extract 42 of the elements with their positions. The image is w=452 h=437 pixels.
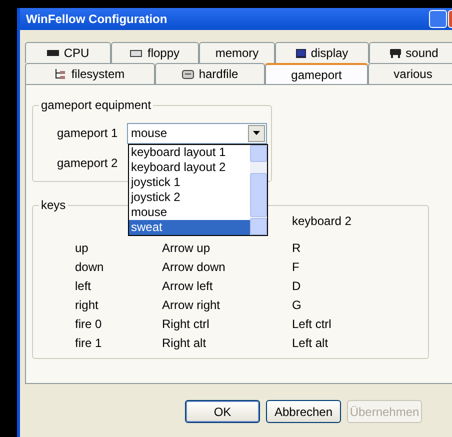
list-item[interactable]: keyboard layout 2: [129, 160, 250, 174]
table-cell-text: left: [75, 278, 92, 295]
list-item[interactable]: keyboard layout 1: [129, 144, 250, 160]
table-cell-text: Left ctrl: [292, 316, 332, 333]
tab[interactable]: filesystem: [25, 63, 155, 84]
table-cell-text: Arrow up: [162, 240, 212, 257]
tab[interactable]: various: [368, 63, 452, 84]
tab[interactable]: hardfile: [155, 63, 265, 84]
tab[interactable]: display: [275, 42, 369, 63]
table-cell-text: up: [75, 240, 90, 257]
list-item[interactable]: sweat: [129, 220, 250, 234]
tab[interactable]: memory: [199, 42, 275, 63]
table-cell-text: fire 1: [75, 335, 103, 352]
table-cell-text: D: [292, 278, 302, 295]
field-label: gameport 1: [57, 126, 119, 140]
dialog-button[interactable]: OK: [185, 400, 260, 423]
table-cell-text: F: [292, 259, 300, 276]
tab[interactable]: CPU: [25, 42, 111, 63]
window-title: WinFellow Configuration: [26, 12, 168, 26]
list-item[interactable]: joystick 1: [129, 174, 250, 190]
tab[interactable]: sound: [369, 42, 452, 63]
dialog-button[interactable]: Abbrechen: [266, 400, 341, 423]
table-cell-text: right: [75, 297, 100, 314]
field-label: gameport 2: [57, 156, 119, 170]
table-cell-text: Right ctrl: [162, 316, 210, 333]
dropdown[interactable]: mouse: [127, 122, 267, 144]
table-cell-text: fire 0: [75, 316, 103, 333]
table-cell-text: R: [292, 240, 302, 257]
group-title: gameport equipment: [40, 98, 152, 112]
table-cell-text: Left alt: [292, 335, 330, 352]
list-item[interactable]: joystick 2: [129, 190, 250, 204]
tab[interactable]: gameport: [265, 63, 368, 84]
group-title: keys: [40, 198, 67, 212]
table-cell-text: Right alt: [162, 335, 208, 352]
list-item[interactable]: mouse: [129, 204, 250, 220]
tab[interactable]: floppy: [111, 42, 199, 63]
table-cell-text: down: [75, 259, 105, 276]
table-cell-text: Arrow down: [162, 259, 226, 276]
table-cell-text: G: [292, 297, 302, 314]
column-header: keyboard 2: [292, 213, 352, 230]
table-cell-text: Arrow right: [162, 297, 222, 314]
table-cell-text: Arrow left: [162, 278, 214, 295]
